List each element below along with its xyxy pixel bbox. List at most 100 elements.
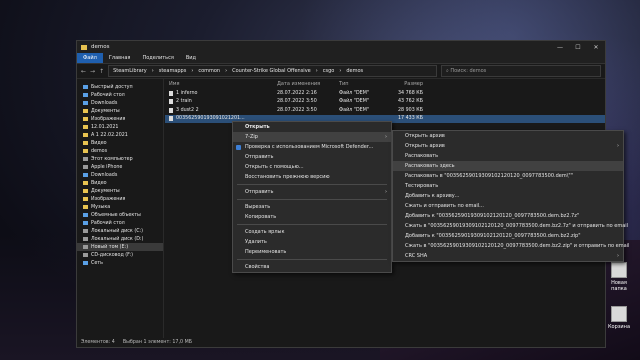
table-row[interactable]: 1 inferno 28.07.2022 2:16 Файл "DEM" 34 768… <box>165 89 605 98</box>
column-name[interactable]: Имя <box>165 81 277 87</box>
nav-item[interactable]: Изображения <box>77 195 163 203</box>
tab-view[interactable]: Вид <box>180 53 202 63</box>
up-icon[interactable]: ↑ <box>99 68 104 75</box>
table-row[interactable]: 2 train 28.07.2022 3:50 Файл "DEM" 43 762 К… <box>165 98 605 107</box>
nav-item[interactable]: Документы <box>77 187 163 195</box>
close-button[interactable]: ✕ <box>587 44 605 51</box>
file-date: 28.07.2022 3:50 <box>277 107 317 113</box>
tab-file[interactable]: Файл <box>77 53 103 63</box>
nav-item-icon <box>83 181 88 185</box>
tab-home[interactable]: Главная <box>103 53 137 63</box>
maximize-button[interactable]: ☐ <box>569 44 587 51</box>
menu-item[interactable]: 7-Zip › <box>233 132 391 142</box>
nav-item-icon <box>83 221 88 225</box>
nav-item[interactable]: Apple iPhone <box>77 163 163 171</box>
nav-item[interactable]: Локальный диск (D:) <box>77 235 163 243</box>
menu-item[interactable]: Переименовать <box>233 247 391 257</box>
column-size[interactable]: Размер <box>389 81 423 87</box>
nav-item[interactable]: Музыка <box>77 203 163 211</box>
chevron-right-icon: › <box>385 134 387 140</box>
nav-item[interactable]: CD-дисковод (F:) <box>77 251 163 259</box>
folder-icon <box>611 262 627 278</box>
menu-item[interactable]: Вырезать <box>233 202 391 212</box>
nav-item-label: A 1 22.02.2021 <box>91 132 128 138</box>
menu-item[interactable]: Сжать в "003562590193091021201​20_009778… <box>393 241 629 251</box>
breadcrumb-item[interactable]: csgo <box>323 68 335 74</box>
back-icon[interactable]: ← <box>81 68 86 75</box>
menu-item-label: 7-Zip <box>245 134 258 140</box>
minimize-button[interactable]: — <box>551 44 569 51</box>
nav-item[interactable]: Сеть <box>77 259 163 267</box>
menu-item-label: Добавить к архиву... <box>405 193 460 199</box>
menu-separator <box>237 184 387 185</box>
title-bar[interactable]: demos — ☐ ✕ <box>77 41 605 53</box>
menu-item[interactable]: Добавить к "003562590193091021201​20_009… <box>393 211 623 221</box>
menu-item[interactable]: Открыть <box>233 122 391 132</box>
menu-item[interactable]: Распаковать <box>393 151 623 161</box>
nav-item-icon <box>83 205 88 209</box>
table-row[interactable]: 3 dust2 2 28.07.2022 3:50 Файл "DEM" 28 903… <box>165 106 605 115</box>
menu-item[interactable]: CRC SHA › <box>393 251 623 261</box>
nav-item[interactable]: Новый том (E:) <box>77 243 163 251</box>
desktop-folder-icon[interactable]: Новая папка <box>606 262 632 292</box>
menu-item[interactable]: Сжать и отправить по email... <box>393 201 623 211</box>
menu-item[interactable]: Отправить <box>233 152 391 162</box>
nav-item-icon <box>83 165 88 169</box>
breadcrumb-item[interactable]: SteamLibrary <box>113 68 147 74</box>
column-type[interactable]: Тип <box>339 81 389 87</box>
nav-item[interactable]: Объемные объекты <box>77 211 163 219</box>
menu-item[interactable]: Открыть архив › <box>393 141 623 151</box>
menu-item[interactable]: Проверка с использованием Microsoft Defe… <box>233 142 391 152</box>
nav-item[interactable]: 12.01.2021 <box>77 123 163 131</box>
nav-item[interactable]: Локальный диск (C:) <box>77 227 163 235</box>
menu-item[interactable]: Свойства <box>233 262 391 272</box>
desktop-recycle-bin[interactable]: Корзина <box>606 306 632 330</box>
nav-item-icon <box>83 109 88 113</box>
menu-item[interactable]: Удалить <box>233 237 391 247</box>
menu-item[interactable]: Создать ярлык <box>233 227 391 237</box>
menu-item[interactable]: Открыть с помощью... <box>233 162 391 172</box>
forward-icon[interactable]: → <box>90 68 95 75</box>
breadcrumb-item[interactable]: Counter-Strike Global Offensive <box>232 68 311 74</box>
breadcrumb-item[interactable]: common <box>198 68 220 74</box>
menu-item[interactable]: Добавить к "003562590193091021201​20_009… <box>393 231 623 241</box>
nav-item-icon <box>83 157 88 161</box>
nav-item[interactable]: Документы <box>77 107 163 115</box>
nav-item[interactable]: Видео <box>77 179 163 187</box>
column-date[interactable]: Дата изменения <box>277 81 339 87</box>
nav-item[interactable]: Видео <box>77 139 163 147</box>
menu-item[interactable]: Восстановить прежнюю версию <box>233 172 391 182</box>
breadcrumb[interactable]: SteamLibrary › steamapps › common › Counter… <box>108 65 437 77</box>
breadcrumb-item[interactable]: steamapps <box>159 68 187 74</box>
recycle-bin-icon <box>611 306 627 322</box>
menu-item-label: Распаковать здесь <box>405 163 455 169</box>
nav-item-label: Apple iPhone <box>91 164 123 170</box>
nav-item[interactable]: Изображения <box>77 115 163 123</box>
menu-item[interactable]: Открыть архив <box>393 131 623 141</box>
nav-item[interactable]: Быстрый доступ <box>77 83 163 91</box>
7zip-submenu: Открыть архив Открыть архив › Распаковать Ра… <box>392 130 629 262</box>
menu-item[interactable]: Добавить к архиву... <box>393 191 623 201</box>
nav-item[interactable]: Downloads <box>77 99 163 107</box>
nav-item-label: demos <box>91 148 108 154</box>
nav-item[interactable]: A 1 22.02.2021 <box>77 131 163 139</box>
tab-share[interactable]: Поделиться <box>136 53 179 63</box>
menu-item[interactable]: Тестировать <box>393 181 623 191</box>
search-input[interactable]: ⌕ Поиск: demos <box>441 65 601 77</box>
menu-item[interactable]: Распаковать в "003562590193091021201​20_… <box>393 171 623 181</box>
nav-item[interactable]: Рабочий стол <box>77 91 163 99</box>
menu-item[interactable]: Распаковать здесь <box>393 161 623 171</box>
nav-item[interactable]: Рабочий стол <box>77 219 163 227</box>
file-type: Файл "DEM" <box>339 90 370 96</box>
file-name-cell: 3 dust2 2 <box>165 107 277 113</box>
menu-item[interactable]: Сжать в "003562590193091021201​20_009778… <box>393 221 628 231</box>
nav-item[interactable]: Downloads <box>77 171 163 179</box>
menu-item[interactable]: Отправить › <box>233 187 391 197</box>
nav-item[interactable]: Этот компьютер <box>77 155 163 163</box>
breadcrumb-item[interactable]: demos <box>346 68 363 74</box>
nav-item-icon <box>83 141 88 145</box>
file-type: Файл "DEM" <box>339 107 370 113</box>
nav-item[interactable]: demos <box>77 147 163 155</box>
menu-item[interactable]: Копировать <box>233 212 391 222</box>
defender-shield-icon <box>236 144 241 150</box>
